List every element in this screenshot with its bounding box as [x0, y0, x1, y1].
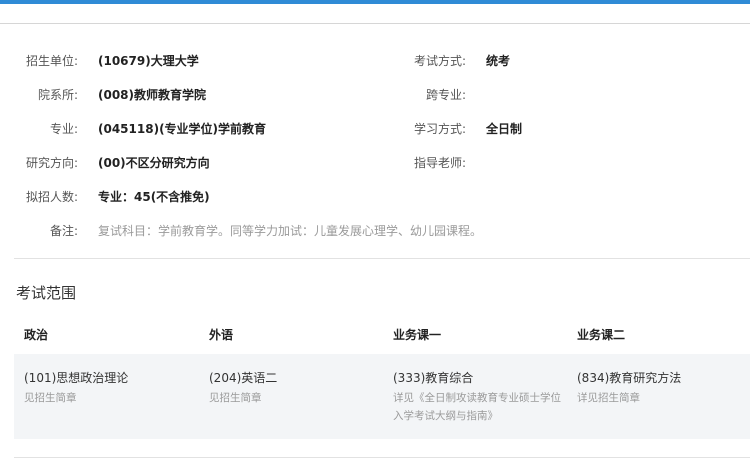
note-value: 复试科目：学前教育学。同等学力加试：儿童发展心理学、幼儿园课程。	[98, 224, 483, 238]
info-row-direction: 研究方向: (00)不区分研究方向 指导老师:	[0, 152, 750, 174]
subject-name: (101)思想政治理论	[24, 371, 129, 385]
unit-label: 招生单位:	[25, 54, 78, 68]
table-cell-course-two: (834)教育研究方法 详见招生简章	[577, 369, 747, 407]
department-label: 院系所:	[37, 88, 78, 102]
study-mode-label: 学习方式:	[413, 122, 466, 136]
column-header-politics: 政治	[24, 328, 49, 342]
subject-name: (333)教育综合	[393, 371, 474, 385]
subject-name: (204)英语二	[209, 371, 278, 385]
advisor-label: 指导老师:	[413, 156, 466, 170]
subject-note: 见招生简章	[209, 392, 262, 404]
column-header-course-two: 业务课二	[577, 328, 626, 342]
major-label: 专业:	[49, 122, 78, 136]
info-row-major: 专业: (045118)(专业学位)学前教育 学习方式: 全日制	[0, 118, 750, 140]
table-cell-foreign-language: (204)英语二 见招生简章	[209, 369, 379, 407]
unit-value: (10679)大理大学	[98, 54, 199, 68]
exam-mode-label: 考试方式:	[413, 54, 466, 68]
info-row-quota: 拟招人数: 专业：45(不含推免)	[0, 186, 750, 208]
info-row-note: 备注: 复试科目：学前教育学。同等学力加试：儿童发展心理学、幼儿园课程。	[0, 220, 750, 242]
direction-label: 研究方向:	[25, 156, 78, 170]
header-bar	[0, 4, 750, 24]
subject-note: 详见招生简章	[577, 392, 640, 404]
subject-note: 详见《全日制攻读教育专业硕士学位入学考试大纲与指南》	[393, 392, 561, 422]
divider	[14, 258, 750, 259]
quota-label: 拟招人数:	[25, 190, 78, 204]
major-value: (045118)(专业学位)学前教育	[98, 122, 267, 136]
column-header-course-one: 业务课一	[393, 328, 442, 342]
table-cell-politics: (101)思想政治理论 见招生简章	[24, 369, 194, 407]
table-cell-course-one: (333)教育综合 详见《全日制攻读教育专业硕士学位入学考试大纲与指南》	[393, 369, 569, 425]
cross-major-label: 跨专业:	[425, 88, 466, 102]
exam-mode-value: 统考	[486, 54, 511, 68]
study-mode-value: 全日制	[486, 122, 523, 136]
note-label: 备注:	[49, 224, 78, 238]
table-row: (101)思想政治理论 见招生简章 (204)英语二 见招生简章 (333)教育…	[14, 354, 750, 439]
direction-value: (00)不区分研究方向	[98, 156, 210, 170]
exam-scope-title: 考试范围	[16, 284, 77, 302]
quota-value: 专业：45(不含推免)	[98, 190, 210, 204]
subject-name: (834)教育研究方法	[577, 371, 682, 385]
department-value: (008)教师教育学院	[98, 88, 207, 102]
column-header-foreign-language: 外语	[209, 328, 234, 342]
info-row-department: 院系所: (008)教师教育学院 跨专业:	[0, 84, 750, 106]
subject-note: 见招生简章	[24, 392, 77, 404]
info-row-unit: 招生单位: (10679)大理大学 考试方式: 统考	[0, 50, 750, 72]
